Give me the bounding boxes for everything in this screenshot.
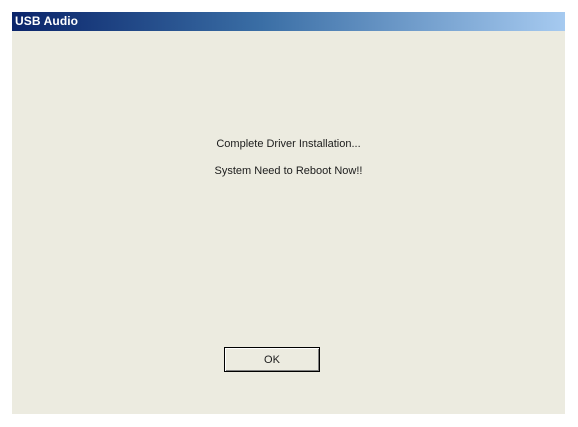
window-title: USB Audio [15,14,79,28]
dialog-window: USB Audio Complete Driver Installation..… [12,12,565,414]
message-line-1: Complete Driver Installation... [216,138,361,150]
ok-button[interactable]: OK [224,347,320,372]
message-line-2: System Need to Reboot Now!! [214,165,363,177]
title-bar[interactable]: USB Audio [12,12,565,31]
dialog-body: Complete Driver Installation... System N… [12,31,565,414]
